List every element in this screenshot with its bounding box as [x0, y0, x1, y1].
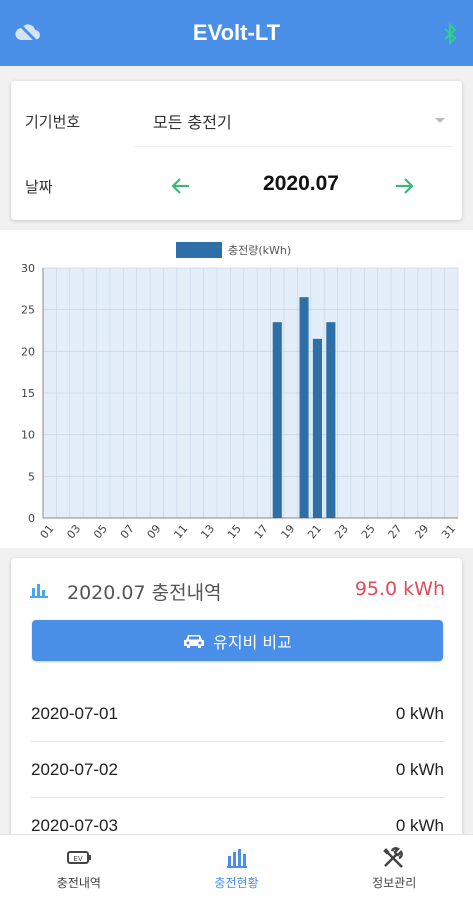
app-bar: EVolt-LT: [0, 0, 473, 66]
x-tick-label: 25: [359, 522, 378, 541]
y-tick-label: 20: [21, 345, 35, 358]
legend-swatch: [176, 242, 222, 258]
history-card: 2020.07 충전내역 95.0 kWh 유지비 비교 2020-07-01 …: [11, 558, 462, 848]
row-value: 0 kWh: [395, 759, 444, 779]
next-month-arrow-icon[interactable]: [392, 174, 416, 198]
svg-text:EV: EV: [73, 855, 82, 863]
chevron-down-icon: [435, 118, 445, 123]
history-list: 2020-07-01 0 kWh 2020-07-02 0 kWh 2020-0…: [31, 686, 444, 848]
date-value: 2020.07: [263, 172, 339, 195]
x-tick-label: 27: [386, 522, 405, 541]
ev-charger-icon: EV: [66, 851, 91, 864]
y-tick-label: 15: [21, 387, 35, 400]
y-tick-label: 5: [28, 470, 35, 483]
x-tick-label: 13: [198, 522, 217, 541]
list-item[interactable]: 2020-07-01 0 kWh: [31, 686, 444, 742]
bar-chart-icon: [226, 849, 247, 868]
car-icon: [184, 634, 205, 648]
nav-item-charge-status[interactable]: 충전현황: [158, 835, 316, 900]
y-tick-label: 10: [21, 429, 35, 442]
x-tick-label: 23: [332, 522, 351, 541]
list-item[interactable]: 2020-07-02 0 kWh: [31, 742, 444, 798]
filter-card: 기기번호 모든 충전기 날짜 2020.07: [11, 81, 462, 220]
bar-chart-icon: [30, 584, 48, 598]
app-title: EVolt-LT: [192, 20, 281, 45]
row-date: 2020-07-01: [31, 703, 118, 723]
device-select-value: 모든 충전기: [153, 112, 232, 132]
date-label: 날짜: [25, 178, 53, 196]
bar-21: [312, 338, 322, 518]
nav-item-info-management[interactable]: 정보관리: [315, 835, 473, 900]
cloud-off-icon[interactable]: [14, 20, 42, 46]
row-value: 0 kWh: [395, 703, 444, 723]
prev-month-arrow-icon[interactable]: [169, 174, 193, 198]
bar-18: [272, 322, 282, 518]
x-tick-label: 03: [64, 522, 83, 541]
x-tick-label: 07: [118, 522, 137, 541]
compare-cost-label: 유지비 비교: [213, 632, 292, 652]
history-title: 2020.07 충전내역: [67, 582, 222, 604]
bluetooth-icon[interactable]: [443, 22, 457, 46]
chart-area: 0 5 10 15 20 25 30 01 03 05 07 09 11 13 15 17 19 21 23 25 27…: [0, 230, 473, 548]
x-tick-label: 09: [145, 522, 164, 541]
legend-label: 충전량(kWh): [228, 244, 291, 257]
row-value: 0 kWh: [395, 815, 444, 835]
tools-icon: [383, 847, 404, 868]
history-total: 95.0 kWh: [354, 578, 445, 600]
x-tick-label: 31: [439, 522, 458, 541]
bottom-nav: EV 충전내역 충전현황 정보관리: [0, 834, 473, 900]
bar-20: [299, 297, 309, 518]
compare-cost-button[interactable]: 유지비 비교: [32, 620, 443, 661]
nav-item-charge-history[interactable]: EV 충전내역: [0, 835, 158, 900]
x-tick-label: 21: [305, 522, 324, 541]
y-tick-label: 25: [21, 304, 35, 317]
y-tick-label: 0: [28, 512, 35, 525]
history-header: 2020.07 충전내역 95.0 kWh: [11, 576, 462, 606]
x-tick-label: 05: [91, 522, 110, 541]
nav-label: 충전현황: [214, 876, 259, 890]
nav-label: 정보관리: [372, 876, 417, 890]
x-tick-label: 17: [252, 522, 271, 541]
nav-label: 충전내역: [56, 876, 101, 890]
row-date: 2020-07-02: [31, 759, 118, 779]
x-tick-label: 11: [171, 522, 190, 541]
device-label: 기기번호: [25, 113, 81, 131]
row-date: 2020-07-03: [31, 815, 118, 835]
x-tick-label: 01: [38, 522, 57, 541]
bar-chart: 05101520253001 03 05 07 09 11 13 15 17 19 21 23 25 27…: [21, 242, 459, 541]
x-tick-label: 15: [225, 522, 244, 541]
y-tick-label: 30: [21, 262, 35, 275]
device-select[interactable]: 모든 충전기: [135, 95, 453, 147]
x-tick-label: 19: [279, 522, 298, 541]
x-tick-label: 29: [412, 522, 431, 541]
bar-22: [326, 322, 336, 518]
